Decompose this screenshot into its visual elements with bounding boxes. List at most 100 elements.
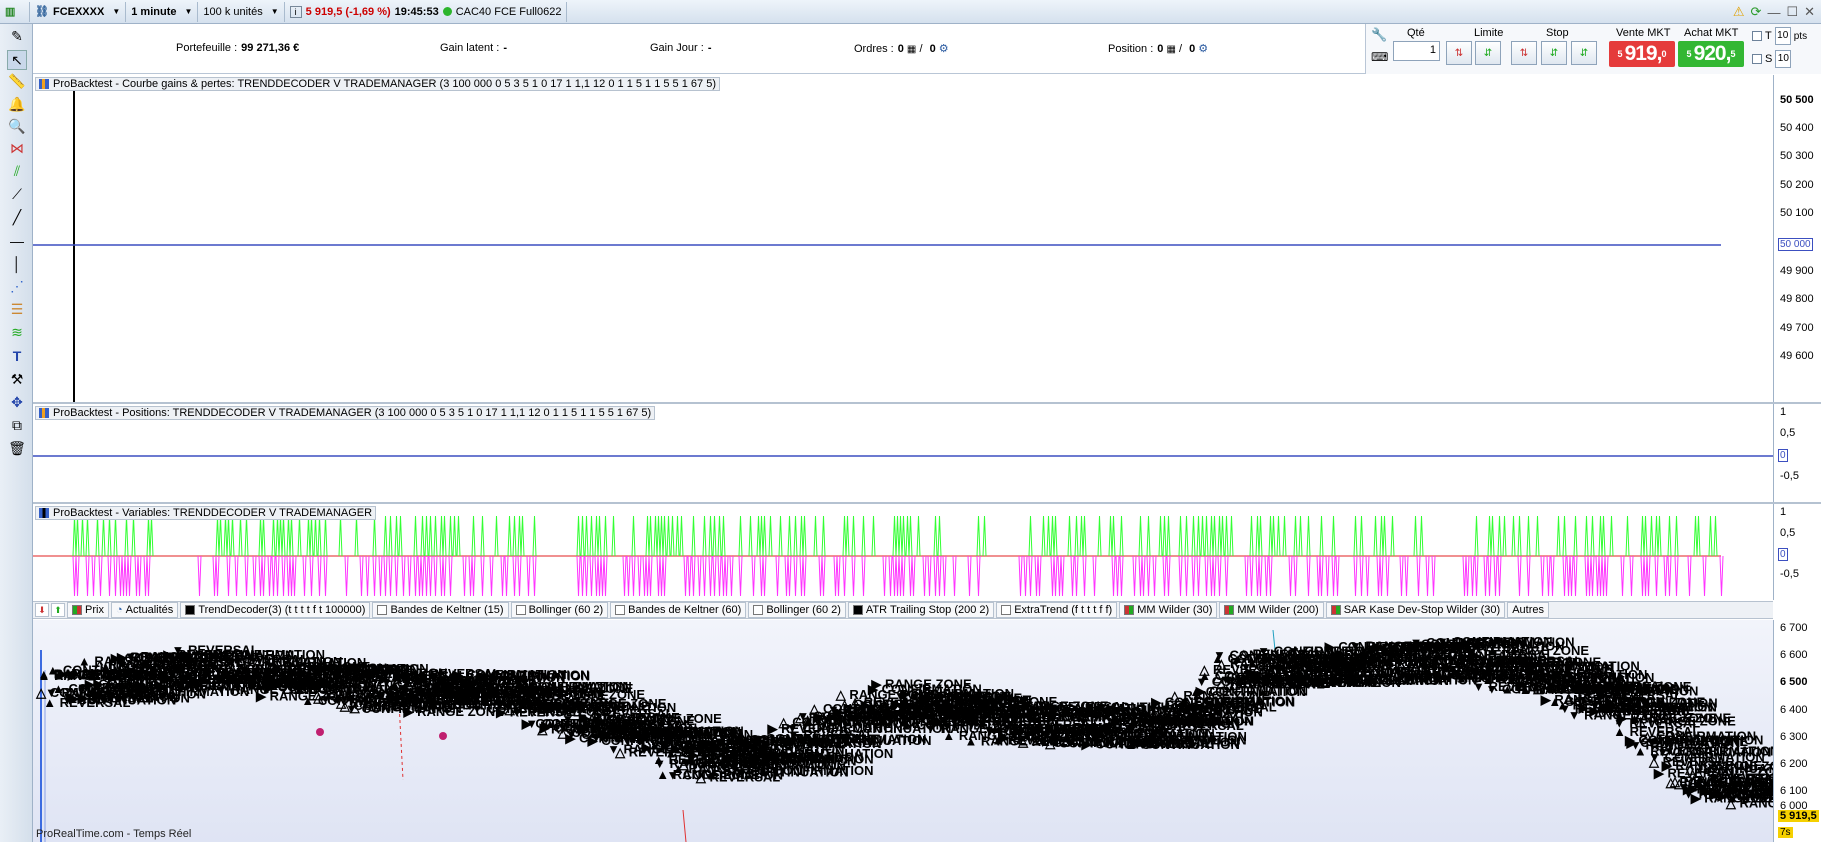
others-button[interactable]: Autres bbox=[1507, 602, 1549, 618]
maximize-button[interactable]: ☐ bbox=[1786, 4, 1798, 20]
pencil-icon[interactable]: ✎ bbox=[7, 26, 27, 46]
price-change: 5 919,5 (-1,69 %) bbox=[305, 5, 391, 18]
positions-panel-title[interactable]: ProBacktest - Positions: TRENDDECODER V … bbox=[35, 406, 656, 420]
legend-item[interactable]: Bollinger (60 2) bbox=[510, 602, 609, 618]
stop-loss-checkbox[interactable] bbox=[1752, 54, 1762, 64]
signal-label: △ CONFIRMATION bbox=[1132, 732, 1247, 747]
close-button[interactable]: ✕ bbox=[1804, 4, 1815, 20]
gear-icon[interactable]: ⚙ bbox=[939, 43, 949, 55]
stop-buy-button[interactable]: ⇵ bbox=[1541, 41, 1567, 65]
trash-icon[interactable]: 🗑 bbox=[7, 438, 27, 458]
legend-swatch bbox=[72, 605, 82, 615]
variables-tick: -0,5 bbox=[1780, 568, 1799, 580]
move-icon[interactable]: ✥ bbox=[7, 392, 27, 412]
limit-buy-button[interactable]: ⇵ bbox=[1475, 41, 1501, 65]
horizontal-line-icon[interactable]: — bbox=[7, 231, 27, 251]
price-axis[interactable]: 6 700 6 600 6 500 6 400 6 300 6 200 6 10… bbox=[1773, 620, 1821, 842]
line-icon[interactable]: ╱ bbox=[7, 207, 27, 227]
instrument-name: CAC40 FCE Full0622 bbox=[455, 5, 562, 18]
symbol-selector[interactable]: ⛓ FCEXXXX ▼ bbox=[30, 1, 127, 22]
fibonacci-icon[interactable]: ⋈ bbox=[7, 138, 27, 158]
variable-negative-spike bbox=[721, 555, 726, 597]
legend-swatch bbox=[1330, 605, 1341, 615]
variable-negative-spike bbox=[1138, 555, 1143, 597]
variable-negative-spike bbox=[967, 555, 972, 597]
fibo-levels-icon[interactable]: ☰ bbox=[7, 299, 27, 319]
variable-positive-spike bbox=[1640, 515, 1645, 557]
variable-positive-spike bbox=[793, 515, 798, 557]
legend-item[interactable]: Bandes de Keltner (60) bbox=[610, 602, 747, 618]
legend-item[interactable]: ATR Trailing Stop (200 2) bbox=[847, 602, 995, 618]
collapse-icon[interactable]: ⬇ bbox=[35, 603, 49, 617]
sell-market-button[interactable]: 5 919, 0 bbox=[1609, 41, 1675, 67]
variables-axis[interactable]: 1 0,5 0 -0,5 bbox=[1773, 504, 1821, 600]
refresh-icon[interactable]: ⟳ bbox=[1751, 4, 1762, 20]
variables-panel-title[interactable]: ProBacktest - Variables: TRENDDECODER V … bbox=[35, 506, 377, 520]
pointer-icon[interactable]: ↖ bbox=[7, 50, 27, 70]
timeframe-selector[interactable]: 1 minute ▼ bbox=[126, 1, 199, 22]
vertical-line-icon[interactable]: │ bbox=[7, 254, 27, 274]
limit-sell-button[interactable]: ⇅ bbox=[1446, 41, 1472, 65]
stop-limit-button[interactable]: ⇵ bbox=[1571, 41, 1597, 65]
gear-icon[interactable]: ⚙ bbox=[1198, 43, 1208, 55]
settings-wrench-icon[interactable]: ⚒ bbox=[7, 369, 27, 389]
variable-negative-spike bbox=[504, 555, 509, 597]
legend-item[interactable]: MM Wilder (30) bbox=[1119, 602, 1218, 618]
legend-item[interactable]: Bandes de Keltner (15) bbox=[372, 602, 509, 618]
equity-price-axis[interactable]: 50 500 50 400 50 300 50 200 50 100 50 00… bbox=[1773, 75, 1821, 402]
qty-input[interactable]: 1 bbox=[1393, 41, 1440, 61]
bell-icon[interactable]: 🔔 bbox=[7, 94, 27, 114]
equity-panel-title[interactable]: ProBacktest - Courbe gains & pertes: TRE… bbox=[35, 77, 720, 91]
orders-list-icon[interactable]: ▦ bbox=[907, 44, 916, 55]
legend-item[interactable]: ExtraTrend (f t t t f f) bbox=[996, 602, 1118, 618]
legend-item[interactable]: Prix bbox=[67, 602, 109, 618]
info-icon[interactable]: i bbox=[289, 5, 302, 18]
variable-positive-spike bbox=[1649, 515, 1654, 557]
variable-negative-spike bbox=[622, 555, 627, 597]
variable-positive-spike bbox=[1573, 515, 1578, 557]
variable-negative-spike bbox=[1070, 555, 1075, 597]
legend-item[interactable]: SAR Kase Dev-Stop Wilder (30) bbox=[1325, 602, 1506, 618]
position-list-icon[interactable]: ▦ bbox=[1166, 44, 1175, 55]
variable-positive-spike bbox=[762, 515, 767, 557]
variable-negative-spike bbox=[267, 555, 272, 597]
variable-positive-spike bbox=[1474, 515, 1479, 557]
legend-item[interactable]: ◔ Actualités bbox=[110, 602, 179, 618]
legend-swatch bbox=[1224, 605, 1235, 615]
variable-negative-spike bbox=[799, 555, 804, 597]
legend-swatch bbox=[753, 605, 764, 615]
legend-item[interactable]: MM Wilder (200) bbox=[1219, 602, 1324, 618]
keyboard-icon[interactable]: ⌨ bbox=[1371, 50, 1388, 64]
stop-sell-button[interactable]: ⇅ bbox=[1511, 41, 1537, 65]
buy-market-button[interactable]: 5 920, 5 bbox=[1678, 41, 1744, 67]
variable-negative-spike bbox=[1687, 555, 1692, 597]
take-profit-checkbox[interactable] bbox=[1752, 31, 1762, 41]
legend-item[interactable]: TrendDecoder(3) (t t t t f t 100000) bbox=[180, 602, 371, 618]
warning-icon[interactable]: ⚠ bbox=[1733, 4, 1745, 20]
stop-loss-input[interactable]: 10 bbox=[1775, 50, 1792, 68]
legend-item[interactable]: Bollinger (60 2) bbox=[748, 602, 846, 618]
segment-icon[interactable]: ⟋ bbox=[7, 184, 27, 204]
copy-icon[interactable]: ⧉ bbox=[7, 415, 27, 435]
channel-icon[interactable]: ⫽ bbox=[7, 161, 27, 181]
wrench-icon[interactable]: 🔧 bbox=[1371, 27, 1387, 43]
variable-positive-spike bbox=[238, 515, 243, 557]
gann-icon[interactable]: ⋰ bbox=[7, 276, 27, 296]
text-icon[interactable]: T bbox=[7, 346, 27, 366]
variable-negative-spike bbox=[861, 555, 866, 597]
variable-positive-spike bbox=[1667, 515, 1672, 557]
news-icon: ◔ bbox=[115, 604, 123, 616]
regression-icon[interactable]: ≋ bbox=[7, 322, 27, 342]
positions-axis[interactable]: 1 0,5 0 -0,5 bbox=[1773, 404, 1821, 502]
units-selector[interactable]: 100 k unités ▼ bbox=[198, 1, 285, 22]
minimize-button[interactable]: — bbox=[1767, 5, 1780, 20]
expand-icon[interactable]: ⬆ bbox=[51, 603, 65, 617]
variable-negative-spike bbox=[428, 555, 433, 597]
variable-positive-spike bbox=[653, 515, 658, 557]
zoom-icon[interactable]: 🔍 bbox=[7, 116, 27, 136]
take-profit-input[interactable]: 10 bbox=[1774, 27, 1791, 45]
ruler-icon[interactable]: 📏 bbox=[7, 71, 27, 91]
variable-negative-spike bbox=[1584, 555, 1589, 597]
variable-positive-spike bbox=[517, 515, 522, 557]
variable-negative-spike bbox=[143, 555, 148, 597]
